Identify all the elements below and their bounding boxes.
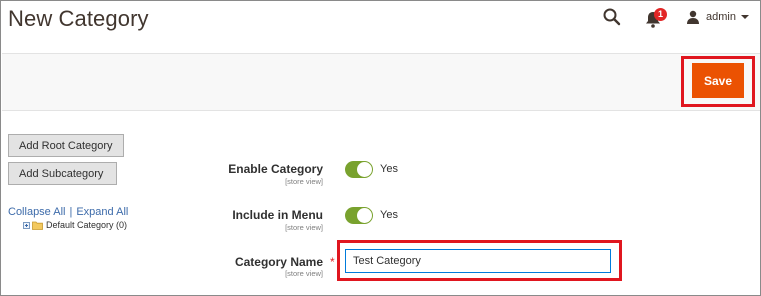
tree-controls: Collapse All | Expand All [8, 206, 128, 218]
user-icon [687, 10, 699, 24]
enable-category-toggle[interactable] [345, 161, 373, 178]
toggle-knob [357, 208, 372, 223]
add-root-category-button[interactable]: Add Root Category [8, 134, 124, 157]
expand-node-icon[interactable] [23, 221, 30, 229]
include-in-menu-scope: [store view] [285, 223, 323, 232]
include-in-menu-label: Include in Menu [232, 208, 323, 222]
collapse-all-link[interactable]: Collapse All [8, 206, 65, 218]
search-icon[interactable] [602, 7, 622, 27]
enable-category-state: Yes [380, 163, 398, 175]
category-name-label: Category Name [234, 255, 323, 269]
user-name: admin [706, 11, 736, 23]
enable-category-scope: [store view] [285, 177, 323, 186]
save-button[interactable]: Save [692, 63, 744, 98]
include-in-menu-state: Yes [380, 209, 398, 221]
link-separator: | [69, 206, 73, 218]
user-menu[interactable]: admin [686, 8, 749, 26]
tree-node-label: Default Category (0) [46, 220, 128, 230]
toggle-knob [357, 162, 372, 177]
notification-badge: 1 [654, 8, 667, 21]
required-marker: * [330, 255, 335, 269]
folder-icon [32, 221, 43, 230]
notifications-button[interactable]: 1 [644, 7, 668, 29]
page-actions-bar [2, 53, 760, 111]
tree-node-default-category[interactable]: Default Category (0) [23, 220, 127, 230]
add-subcategory-button[interactable]: Add Subcategory [8, 162, 117, 185]
expand-all-link[interactable]: Expand All [76, 206, 128, 218]
include-in-menu-toggle[interactable] [345, 207, 373, 224]
enable-category-label: Enable Category [228, 162, 323, 176]
category-name-input[interactable] [345, 249, 611, 273]
chevron-down-icon [740, 15, 749, 19]
app-window: New Category 1 admin Save Add Root Categ… [0, 0, 761, 296]
page-title: New Category [8, 6, 149, 31]
category-name-scope: [store view] [285, 269, 323, 278]
